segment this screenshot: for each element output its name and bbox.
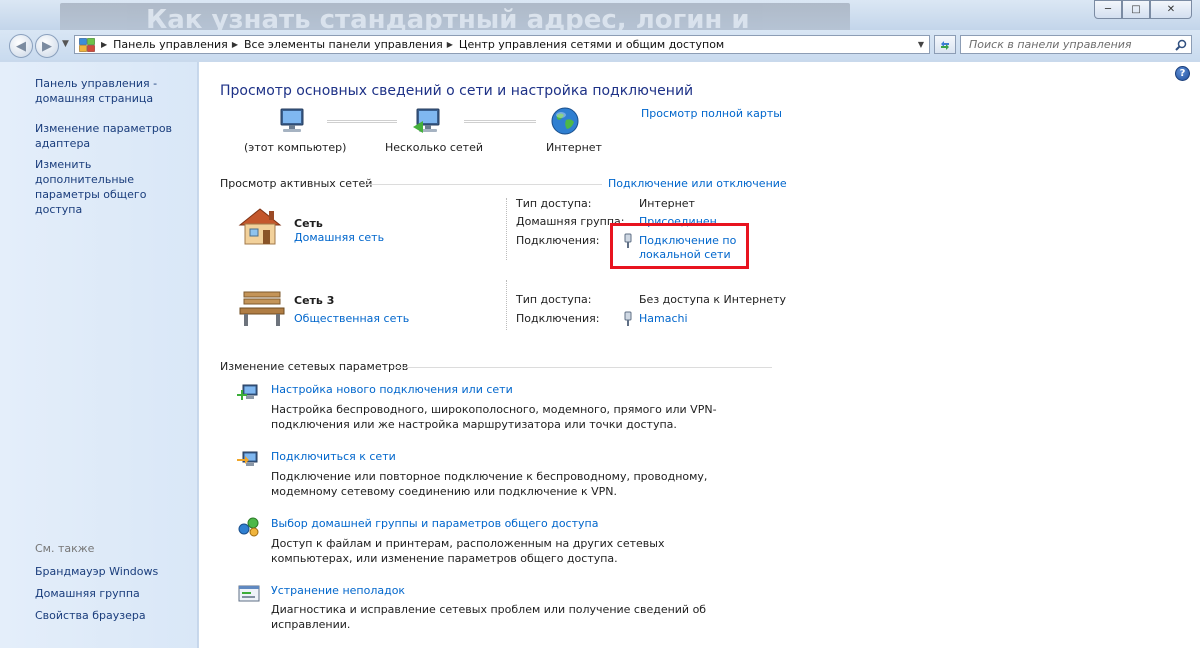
close-button[interactable]: ✕ bbox=[1150, 0, 1192, 19]
address-dropdown-icon[interactable]: ▼ bbox=[913, 40, 929, 49]
connect-disconnect-link[interactable]: Подключение или отключение bbox=[608, 177, 787, 190]
highlight-box bbox=[610, 223, 749, 269]
task-homegroup-desc: Доступ к файлам и принтерам, расположенн… bbox=[271, 537, 665, 565]
public-network-bench-icon[interactable] bbox=[236, 288, 288, 331]
search-box[interactable] bbox=[960, 35, 1192, 54]
task-troubleshoot-link[interactable]: Устранение неполадок bbox=[271, 584, 405, 597]
access-type-label: Тип доступа: bbox=[516, 197, 592, 210]
control-panel-icon bbox=[77, 36, 97, 53]
column-separator bbox=[506, 198, 507, 260]
back-button[interactable]: ◀ bbox=[9, 34, 33, 58]
connections-label: Подключения: bbox=[516, 312, 600, 325]
computer-icon[interactable] bbox=[275, 107, 309, 140]
sidebar-link-sharing-settings[interactable]: Изменить дополнительные параметры общего… bbox=[35, 157, 193, 217]
active-networks-title: Просмотр активных сетей bbox=[220, 177, 373, 190]
map-node-multiple-networks: Несколько сетей bbox=[385, 141, 483, 154]
public-network-link[interactable]: Общественная сеть bbox=[294, 312, 409, 325]
access-type-value: Без доступа к Интернету bbox=[639, 293, 786, 306]
breadcrumb: ▶ Панель управления ▶ Все элементы панел… bbox=[97, 38, 724, 51]
map-connector-line bbox=[327, 120, 397, 123]
new-connection-icon bbox=[237, 382, 261, 407]
page-title: Просмотр основных сведений о сети и наст… bbox=[220, 83, 694, 99]
home-network-icon[interactable] bbox=[236, 205, 284, 250]
task-connect-link[interactable]: Подключиться к сети bbox=[271, 450, 396, 463]
search-input[interactable] bbox=[969, 38, 1169, 51]
section-divider bbox=[364, 184, 602, 185]
chevron-right-icon[interactable]: ▶ bbox=[447, 40, 453, 49]
window-controls: ─ □ ✕ bbox=[1094, 0, 1192, 19]
map-node-this-computer: (этот компьютер) bbox=[244, 141, 347, 154]
sidebar-link-firewall[interactable]: Брандмауэр Windows bbox=[35, 564, 193, 579]
task-connect-desc: Подключение или повторное подключение к … bbox=[271, 470, 708, 498]
address-bar[interactable]: ▶ Панель управления ▶ Все элементы панел… bbox=[74, 35, 930, 54]
refresh-button[interactable] bbox=[934, 35, 956, 54]
breadcrumb-all-items[interactable]: Все элементы панели управления bbox=[244, 38, 443, 51]
troubleshoot-icon bbox=[237, 583, 261, 608]
maximize-button[interactable]: □ bbox=[1122, 0, 1150, 19]
access-type-value: Интернет bbox=[639, 197, 695, 210]
sidebar: Панель управления - домашняя страница Из… bbox=[0, 62, 198, 648]
full-map-link[interactable]: Просмотр полной карты bbox=[641, 107, 782, 120]
internet-globe-icon[interactable] bbox=[550, 106, 580, 139]
search-icon[interactable] bbox=[1175, 39, 1187, 51]
task-troubleshoot-desc: Диагностика и исправление сетевых пробле… bbox=[271, 603, 707, 631]
see-also-title: См. также bbox=[35, 542, 95, 555]
chevron-right-icon[interactable]: ▶ bbox=[232, 40, 238, 49]
breadcrumb-network-center[interactable]: Центр управления сетями и общим доступом bbox=[459, 38, 724, 51]
task-new-connection-link[interactable]: Настройка нового подключения или сети bbox=[271, 383, 513, 396]
refresh-icon bbox=[941, 40, 949, 50]
chevron-right-icon[interactable]: ▶ bbox=[101, 40, 107, 49]
change-settings-title: Изменение сетевых параметров bbox=[220, 360, 409, 373]
breadcrumb-control-panel[interactable]: Панель управления bbox=[113, 38, 228, 51]
section-divider bbox=[394, 367, 772, 368]
minimize-button[interactable]: ─ bbox=[1094, 0, 1122, 19]
hamachi-link[interactable]: Hamachi bbox=[639, 312, 688, 325]
homegroup-sharing-icon bbox=[237, 516, 261, 541]
connections-label: Подключения: bbox=[516, 234, 600, 247]
help-icon[interactable]: ? bbox=[1175, 66, 1190, 81]
sidebar-link-homegroup[interactable]: Домашняя группа bbox=[35, 586, 193, 601]
sidebar-link-home[interactable]: Панель управления - домашняя страница bbox=[35, 76, 193, 106]
homegroup-label: Домашняя группа: bbox=[516, 215, 625, 228]
task-new-connection-desc: Настройка беспроводного, широкополосного… bbox=[271, 403, 717, 431]
network-name: Сеть bbox=[294, 217, 323, 230]
column-separator bbox=[506, 280, 507, 330]
network-name: Сеть 3 bbox=[294, 294, 335, 307]
sidebar-link-adapter-settings[interactable]: Изменение параметров адаптера bbox=[35, 121, 193, 151]
home-network-link[interactable]: Домашняя сеть bbox=[294, 231, 384, 244]
connect-to-network-icon bbox=[237, 449, 261, 474]
access-type-label: Тип доступа: bbox=[516, 293, 592, 306]
multiple-networks-icon[interactable] bbox=[411, 107, 445, 140]
main-content: ? Просмотр основных сведений о сети и на… bbox=[199, 62, 1200, 648]
arrow-right-icon: ▶ bbox=[42, 38, 52, 54]
map-node-internet: Интернет bbox=[546, 141, 602, 154]
window-titlebar: Как узнать стандартный адрес, логин и ─ … bbox=[0, 0, 1200, 43]
history-dropdown-icon[interactable]: ▼ bbox=[62, 39, 69, 49]
ethernet-plug-icon bbox=[623, 311, 633, 330]
task-homegroup-link[interactable]: Выбор домашней группы и параметров общег… bbox=[271, 517, 598, 530]
arrow-left-icon: ◀ bbox=[16, 38, 26, 54]
map-connector-line bbox=[464, 120, 536, 123]
sidebar-link-browser-properties[interactable]: Свойства браузера bbox=[35, 608, 193, 623]
forward-button[interactable]: ▶ bbox=[35, 34, 59, 58]
